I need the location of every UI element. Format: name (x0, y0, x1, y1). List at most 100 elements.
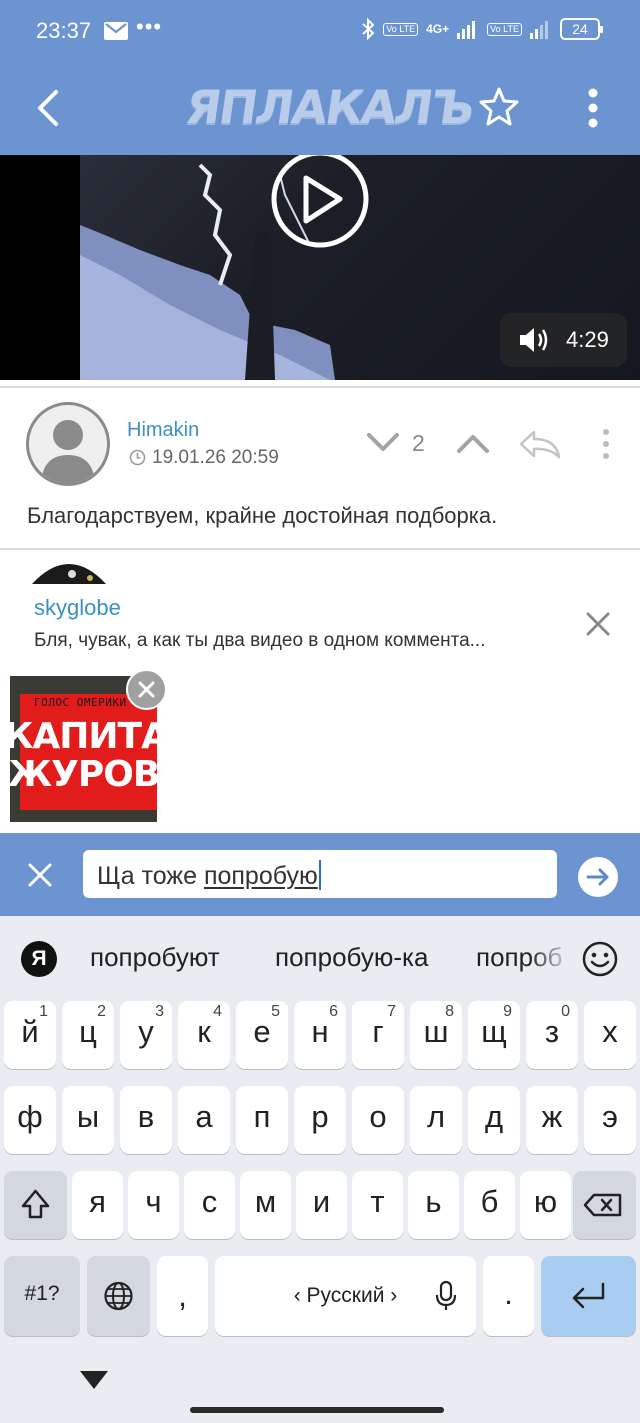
key-ю[interactable]: ю (520, 1171, 571, 1239)
thumbnail-caption: ГОЛОС ОМЕРИКИ (34, 696, 127, 709)
clock-icon (129, 449, 146, 466)
key-й[interactable]: 1й (4, 1001, 56, 1069)
status-icons: Vo LTE 4G+ Vo LTE 24 (361, 18, 603, 40)
app-bar: ЯПЛАКАЛЪ (0, 62, 640, 155)
comma-key[interactable]: , (157, 1256, 208, 1336)
reply-quote: Бля, чувак, а как ты два видео в одном к… (34, 630, 486, 651)
input-text: Ща тоже (97, 862, 204, 890)
key-о[interactable]: о (352, 1086, 404, 1154)
close-reply-icon[interactable] (584, 610, 612, 638)
suggestion-1[interactable]: попробуют (90, 942, 220, 973)
key-а[interactable]: а (178, 1086, 230, 1154)
network-type: 4G+ (426, 22, 450, 36)
next-comment-avatar[interactable] (32, 562, 106, 584)
compose-bar: Ща тоже попробую (0, 833, 640, 916)
input-composing-word: попробую (203, 862, 318, 890)
thumbnail-line-2: ЖУРОВ (10, 754, 157, 795)
volte-badge: Vo LTE (383, 22, 419, 36)
backspace-key[interactable] (573, 1171, 636, 1239)
bluetooth-icon (362, 18, 375, 40)
top-bar: 23:37 ••• Vo LTE 4G+ Vo LTE 24 ЯПЛАКАЛЪ (0, 0, 640, 155)
key-е[interactable]: 5е (236, 1001, 288, 1069)
signal-icon-2 (530, 21, 548, 39)
key-ы[interactable]: ы (62, 1086, 114, 1154)
backspace-icon (583, 1193, 622, 1217)
remove-attachment-button[interactable] (126, 669, 167, 710)
keyboard: Я попробуют попробую-ка попроб 1й 2ц 3у … (0, 916, 640, 1423)
volte-badge-2: Vo LTE (487, 22, 522, 36)
key-т[interactable]: т (352, 1171, 403, 1239)
key-я[interactable]: я (72, 1171, 123, 1239)
key-к[interactable]: 4к (178, 1001, 230, 1069)
key-щ[interactable]: 9щ (468, 1001, 520, 1069)
key-ь[interactable]: ь (408, 1171, 459, 1239)
suggestion-bar: Я попробуют попробую-ка попроб (0, 916, 640, 998)
back-button[interactable] (28, 86, 68, 130)
language-key[interactable] (87, 1256, 150, 1336)
site-logo[interactable]: ЯПЛАКАЛЪ (182, 80, 476, 134)
key-ш[interactable]: 8ш (410, 1001, 462, 1069)
comment-date: 19.01.26 20:59 (152, 447, 279, 468)
shift-key[interactable] (4, 1171, 67, 1239)
arrow-right-icon (586, 868, 609, 886)
key-ч[interactable]: ч (128, 1171, 179, 1239)
key-ц[interactable]: 2ц (62, 1001, 114, 1069)
yandex-button[interactable]: Я (21, 941, 57, 977)
reply-to-user: skyglobe (34, 595, 121, 620)
mail-icon (104, 22, 128, 40)
play-icon[interactable] (270, 155, 370, 250)
volume-duration-pill[interactable]: 4:29 (500, 313, 627, 367)
thumbnail-line-1: КАПИТАН (10, 716, 157, 757)
comment-input[interactable]: Ща тоже попробую (83, 850, 557, 898)
period-key[interactable]: . (483, 1256, 534, 1336)
space-key[interactable]: ‹ Русский › (215, 1256, 476, 1336)
send-button[interactable] (578, 857, 618, 897)
more-menu-icon[interactable] (578, 86, 608, 130)
emoji-icon[interactable] (581, 940, 619, 978)
comment-author[interactable]: Himakin (127, 419, 199, 442)
comment-text: Благодарствуем, крайне достойная подборк… (27, 503, 498, 528)
microphone-icon[interactable] (435, 1280, 457, 1312)
key-н[interactable]: 6н (294, 1001, 346, 1069)
divider (0, 386, 640, 388)
key-э[interactable]: э (584, 1086, 636, 1154)
avatar[interactable] (26, 402, 110, 486)
symbols-key[interactable]: #1? (4, 1256, 80, 1336)
comment-menu-icon[interactable] (598, 428, 614, 460)
video-player[interactable]: 4:29 (0, 155, 640, 380)
suggestion-2[interactable]: попробую-ка (275, 942, 428, 973)
enter-icon (572, 1282, 605, 1309)
key-б[interactable]: б (464, 1171, 515, 1239)
key-л[interactable]: л (410, 1086, 462, 1154)
vote-up-icon[interactable] (456, 430, 490, 456)
favorite-star-icon[interactable] (478, 86, 520, 128)
reply-icon[interactable] (518, 428, 562, 460)
close-icon (138, 681, 155, 698)
key-р[interactable]: р (294, 1086, 346, 1154)
suggestion-3[interactable]: попроб (476, 942, 572, 973)
signal-icon (457, 21, 476, 39)
status-time: 23:37 (36, 18, 92, 43)
cancel-compose-icon[interactable] (26, 861, 54, 889)
key-г[interactable]: 7г (352, 1001, 404, 1069)
text-caret (318, 860, 321, 890)
key-ж[interactable]: ж (526, 1086, 578, 1154)
vote-down-icon[interactable] (366, 430, 400, 456)
key-з[interactable]: 0з (526, 1001, 578, 1069)
key-и[interactable]: и (296, 1171, 347, 1239)
key-у[interactable]: 3у (120, 1001, 172, 1069)
key-д[interactable]: д (468, 1086, 520, 1154)
enter-key[interactable] (541, 1256, 636, 1336)
divider (0, 548, 640, 550)
key-м[interactable]: м (240, 1171, 291, 1239)
volume-icon[interactable] (518, 325, 550, 355)
default-avatar-icon (41, 420, 95, 483)
hide-keyboard-icon[interactable] (78, 1369, 110, 1391)
key-х[interactable]: х (584, 1001, 636, 1069)
key-с[interactable]: с (184, 1171, 235, 1239)
gesture-nav-bar[interactable] (190, 1407, 444, 1413)
shift-icon (21, 1189, 50, 1219)
key-ф[interactable]: ф (4, 1086, 56, 1154)
key-в[interactable]: в (120, 1086, 172, 1154)
key-п[interactable]: п (236, 1086, 288, 1154)
